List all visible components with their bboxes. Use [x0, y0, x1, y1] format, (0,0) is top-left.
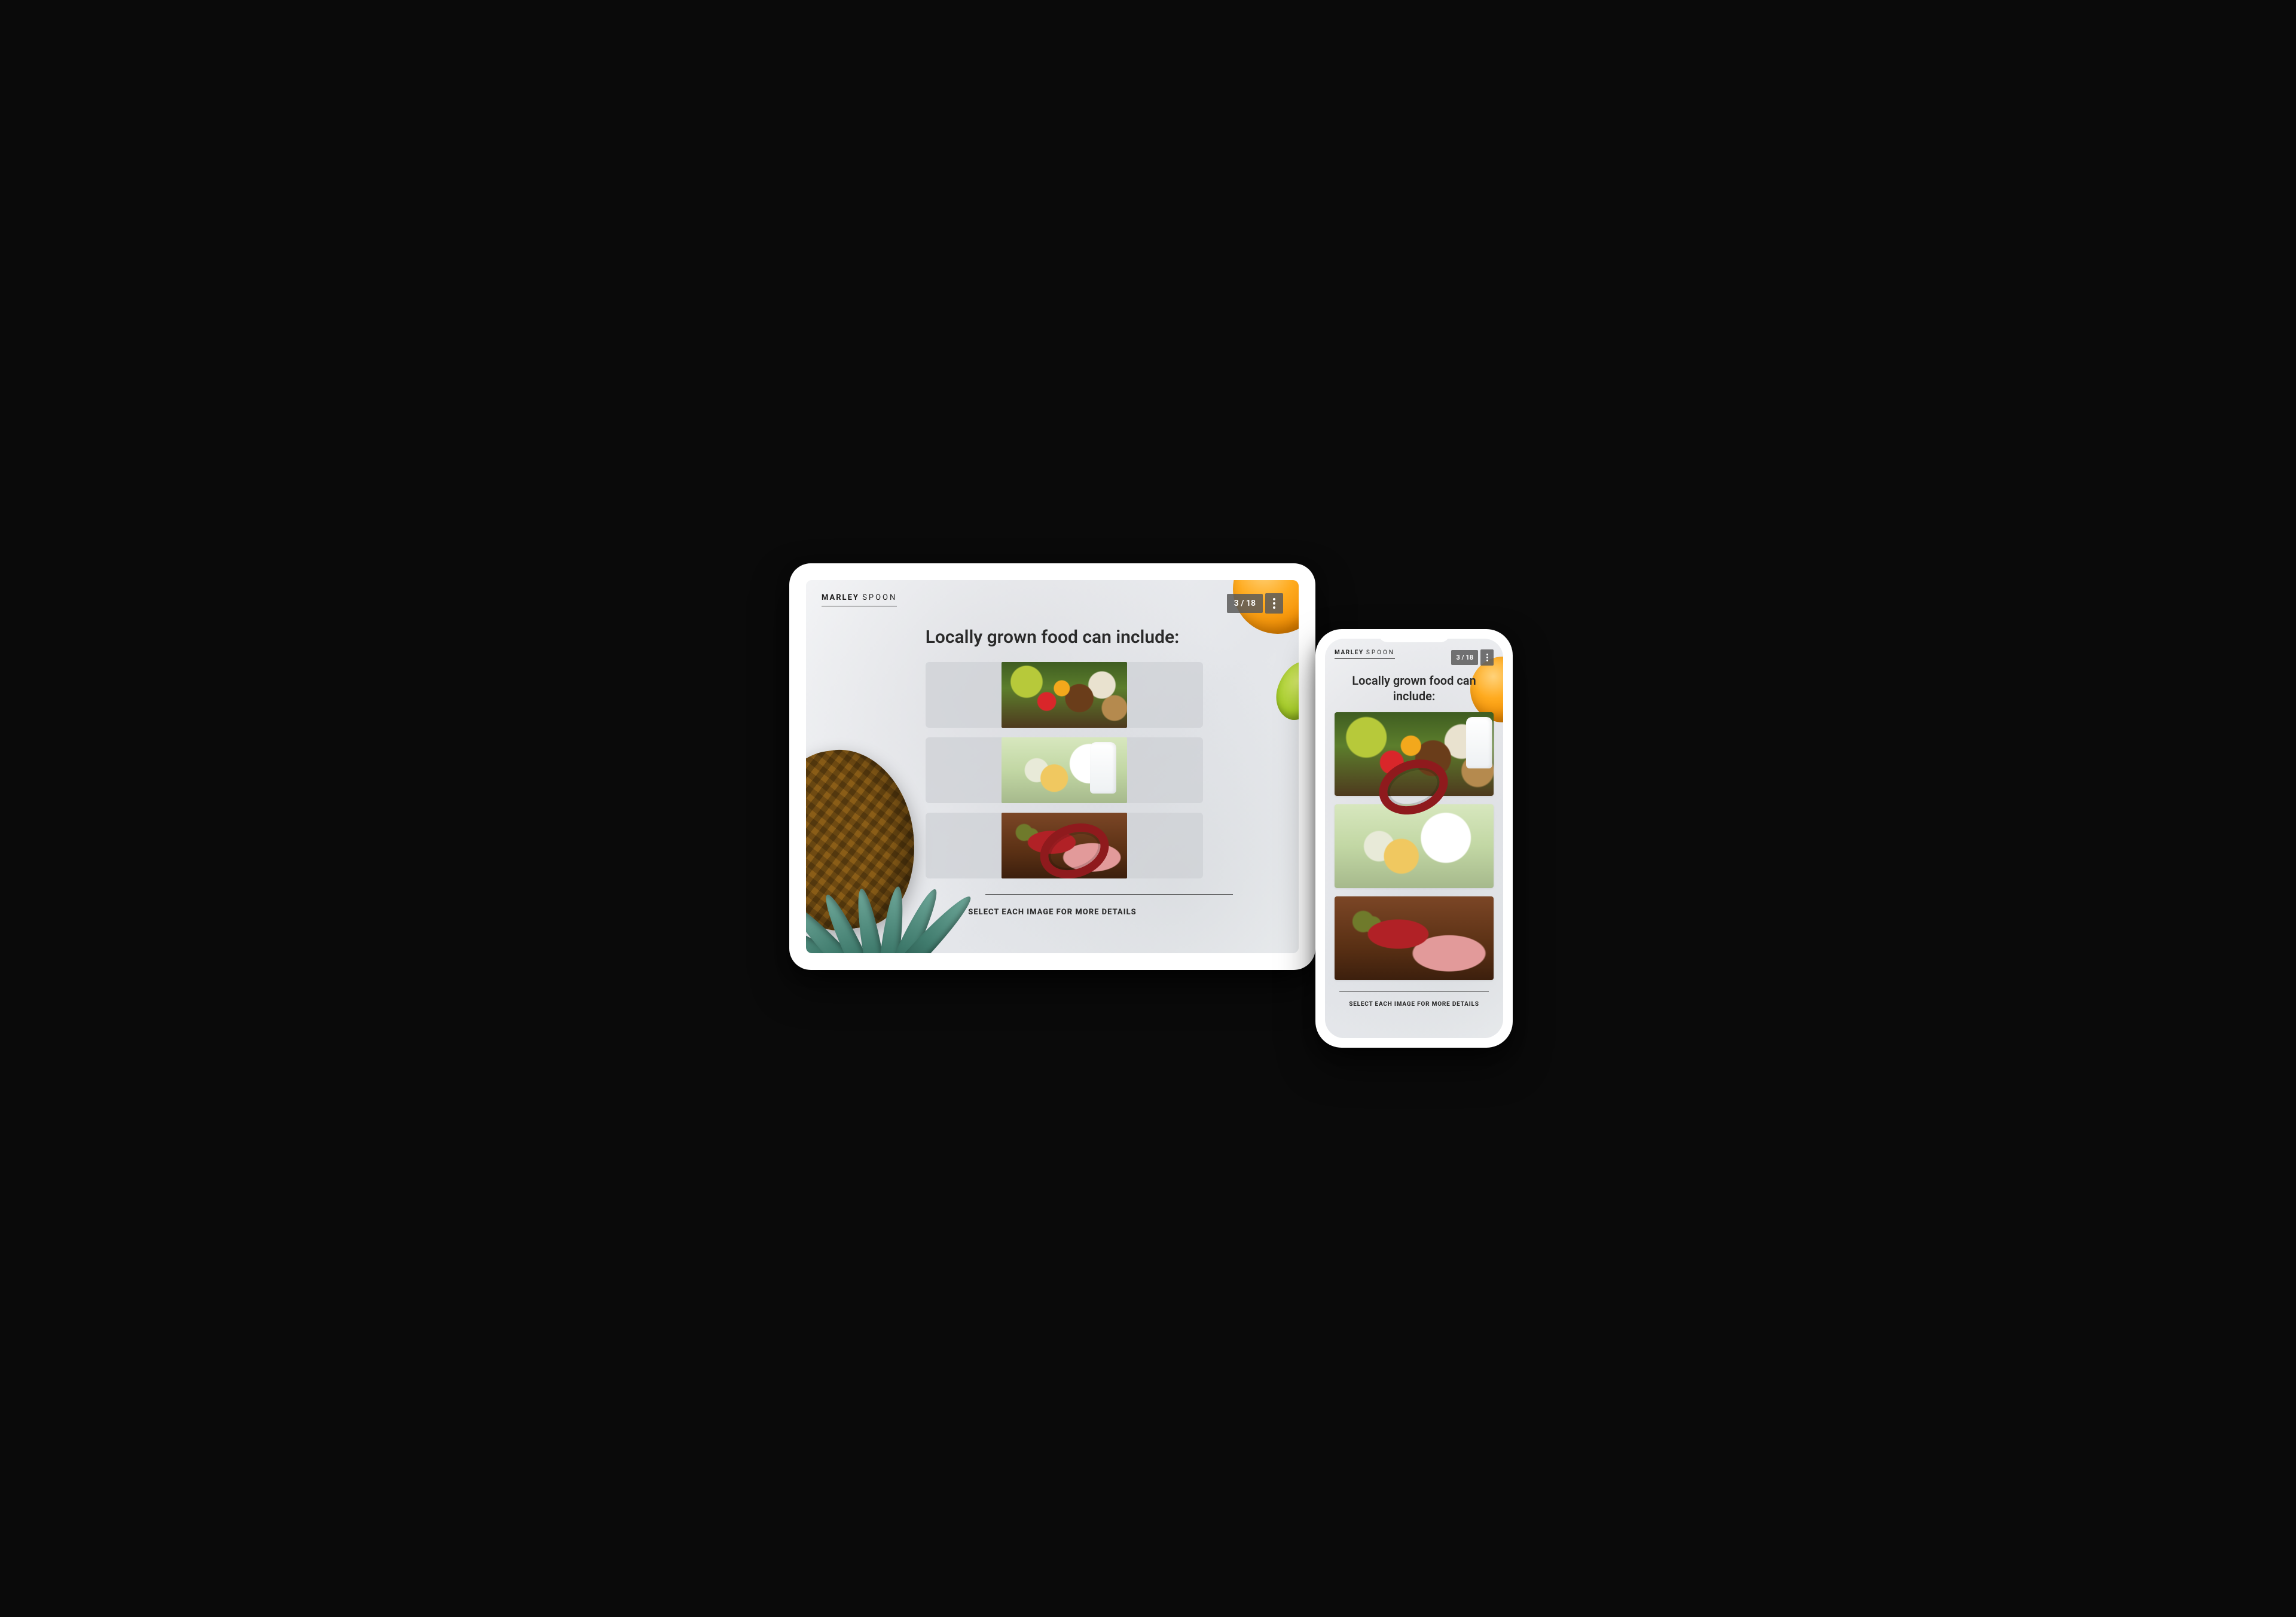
tablet-screen: MARLEY SPOON 3 / 18 Locally grown food c…	[806, 580, 1299, 953]
footer-divider	[985, 894, 1233, 895]
option-card-meats[interactable]	[1335, 896, 1494, 980]
phone-notch	[1378, 629, 1450, 642]
kebab-dot-icon	[1486, 654, 1488, 655]
question-title: Locally grown food can include:	[830, 627, 1275, 648]
phone-device-frame: MARLEY SPOON 3 / 18 Locally grown food c…	[1315, 629, 1513, 1048]
option-image-meats	[1002, 813, 1127, 878]
option-image-dairy	[1002, 737, 1127, 803]
kebab-dot-icon	[1273, 598, 1275, 600]
tablet-device-frame: MARLEY SPOON 3 / 18 Locally grown food c…	[789, 563, 1315, 970]
brand-word-2: SPOON	[862, 593, 897, 602]
instruction-text: SELECT EACH IMAGE FOR MORE DETAILS	[806, 908, 1299, 917]
kebab-dot-icon	[1273, 606, 1275, 609]
option-card-meats[interactable]	[926, 813, 1203, 878]
option-card-dairy[interactable]	[1335, 804, 1494, 888]
more-menu-button[interactable]	[1480, 649, 1494, 666]
header: MARLEY SPOON 3 / 18	[806, 580, 1299, 620]
option-card-dairy[interactable]	[926, 737, 1203, 803]
question-title: Locally grown food can include:	[1337, 673, 1491, 704]
brand-word-1: MARLEY	[822, 593, 859, 602]
brand-word-2: SPOON	[1366, 649, 1395, 656]
brand-underline	[1335, 658, 1395, 659]
option-image-meats	[1335, 896, 1494, 980]
phone-screen: MARLEY SPOON 3 / 18 Locally grown food c…	[1325, 639, 1503, 1038]
brand-logo: MARLEY SPOON	[822, 593, 897, 606]
kebab-dot-icon	[1273, 602, 1275, 605]
more-menu-button[interactable]	[1265, 593, 1283, 614]
kebab-dot-icon	[1486, 657, 1488, 658]
option-card-produce[interactable]	[926, 662, 1203, 728]
brand-word-1: MARLEY	[1335, 649, 1364, 656]
option-image-dairy	[1335, 804, 1494, 888]
option-list	[806, 662, 1299, 878]
page-counter: 3 / 18	[1451, 650, 1478, 665]
option-list	[1325, 712, 1503, 980]
kebab-dot-icon	[1486, 660, 1488, 661]
header: MARLEY SPOON 3 / 18	[1325, 639, 1503, 669]
brand-logo: MARLEY SPOON	[1335, 649, 1395, 659]
instruction-text: SELECT EACH IMAGE FOR MORE DETAILS	[1325, 1001, 1503, 1008]
option-image-produce	[1002, 662, 1127, 728]
page-counter: 3 / 18	[1227, 594, 1263, 613]
